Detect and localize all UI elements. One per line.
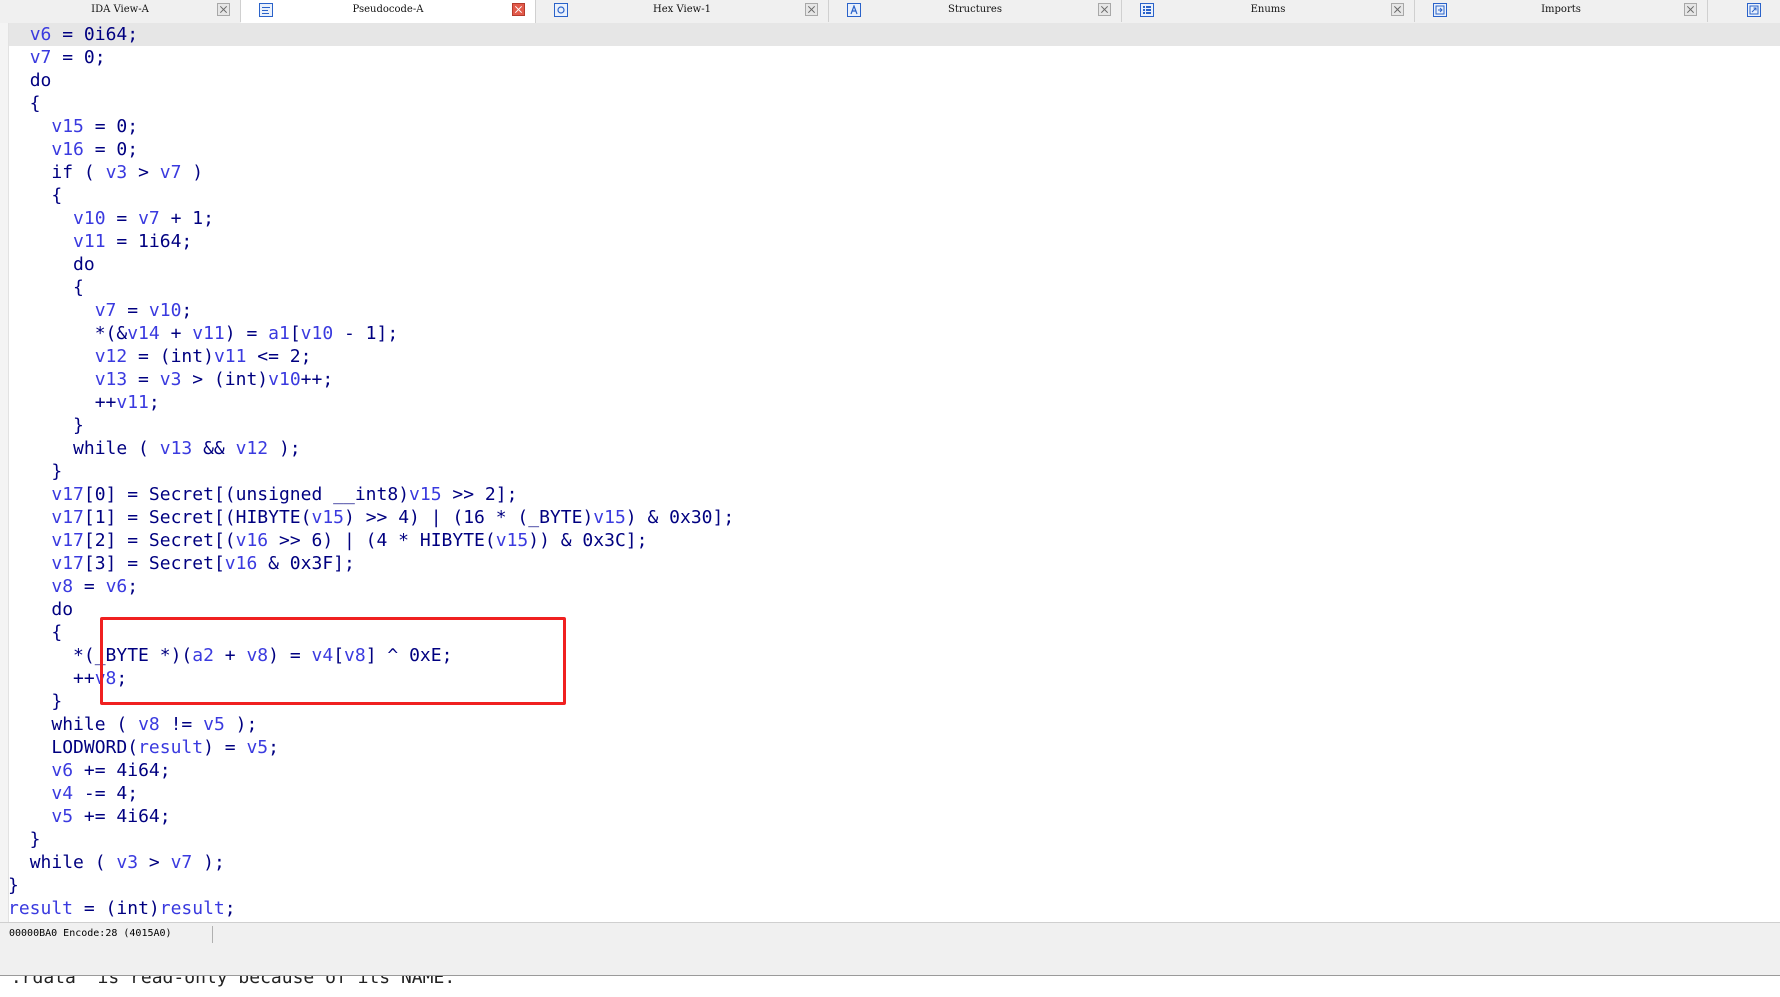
code-line[interactable]: v7 = 0; bbox=[8, 46, 734, 69]
close-icon[interactable] bbox=[1684, 3, 1697, 16]
code-line[interactable]: v10 = v7 + 1; bbox=[8, 207, 734, 230]
code-line[interactable]: v13 = v3 > (int)v10++; bbox=[8, 368, 734, 391]
code-line[interactable]: v11 = 1i64; bbox=[8, 230, 734, 253]
code-line[interactable]: v15 = 0; bbox=[8, 115, 734, 138]
tab-enums[interactable]: Enums bbox=[1122, 0, 1415, 22]
code-line[interactable]: } bbox=[8, 414, 734, 437]
status-separator bbox=[212, 926, 213, 943]
code-line[interactable]: v16 = 0; bbox=[8, 138, 734, 161]
code-line[interactable]: { bbox=[8, 184, 734, 207]
tab-label: Imports bbox=[1541, 4, 1581, 15]
code-line[interactable]: v12 = (int)v11 <= 2; bbox=[8, 345, 734, 368]
code-line[interactable]: v6 = 0i64; bbox=[8, 23, 734, 46]
tab-label: Structures bbox=[948, 4, 1002, 15]
code-line[interactable]: while ( v8 != v5 ); bbox=[8, 713, 734, 736]
status-address: 00000BA0 Encode:28 (4015A0) bbox=[9, 928, 172, 939]
tab-ida-view-a[interactable]: IDA View-A bbox=[0, 0, 241, 22]
code-line[interactable]: v5 += 4i64; bbox=[8, 805, 734, 828]
pseudocode-text[interactable]: v6 = 0i64; v7 = 0; do { v15 = 0; v16 = 0… bbox=[8, 23, 734, 920]
code-line[interactable]: if ( v3 > v7 ) bbox=[8, 161, 734, 184]
tab-label: IDA View-A bbox=[91, 4, 149, 15]
code-line[interactable]: do bbox=[8, 253, 734, 276]
close-icon[interactable] bbox=[512, 3, 525, 16]
close-icon[interactable] bbox=[217, 3, 230, 16]
output-header bbox=[0, 947, 1780, 976]
code-line[interactable]: v17[3] = Secret[v16 & 0x3F]; bbox=[8, 552, 734, 575]
pseudocode-view[interactable]: v6 = 0i64; v7 = 0; do { v15 = 0; v16 = 0… bbox=[0, 23, 1780, 922]
highlight-box bbox=[100, 617, 566, 705]
code-line[interactable]: v4 -= 4; bbox=[8, 782, 734, 805]
code-line[interactable]: } bbox=[8, 828, 734, 851]
code-line[interactable]: v6 += 4i64; bbox=[8, 759, 734, 782]
code-line[interactable]: *(&v14 + v11) = a1[v10 - 1]; bbox=[8, 322, 734, 345]
close-icon[interactable] bbox=[805, 3, 818, 16]
code-line[interactable]: { bbox=[8, 276, 734, 299]
code-line[interactable]: while ( v3 > v7 ); bbox=[8, 851, 734, 874]
code-line[interactable]: while ( v13 && v12 ); bbox=[8, 437, 734, 460]
code-line[interactable]: v8 = v6; bbox=[8, 575, 734, 598]
code-line[interactable]: LODWORD(result) = v5; bbox=[8, 736, 734, 759]
exports-icon bbox=[1747, 3, 1761, 17]
code-line[interactable]: ++v11; bbox=[8, 391, 734, 414]
code-line[interactable]: } bbox=[8, 874, 734, 897]
tab-label: Hex View-1 bbox=[653, 4, 711, 15]
code-line[interactable]: do bbox=[8, 69, 734, 92]
code-line[interactable]: v17[1] = Secret[(HIBYTE(v15) >> 4) | (16… bbox=[8, 506, 734, 529]
tab-label: Pseudocode-A bbox=[352, 4, 424, 15]
tab-label: Enums bbox=[1250, 4, 1286, 15]
tab-structures[interactable]: Structures bbox=[829, 0, 1122, 22]
code-line[interactable]: { bbox=[8, 92, 734, 115]
code-line[interactable]: } bbox=[8, 460, 734, 483]
close-icon[interactable] bbox=[1391, 3, 1404, 16]
close-icon[interactable] bbox=[1098, 3, 1111, 16]
tab-pseudocode-a[interactable]: Pseudocode-A bbox=[241, 0, 536, 23]
tab-imports[interactable]: Imports bbox=[1415, 0, 1708, 22]
code-line[interactable]: v17[0] = Secret[(unsigned __int8)v15 >> … bbox=[8, 483, 734, 506]
tab-bar: IDA View-A Pseudocode-A Hex View-1 Struc… bbox=[0, 0, 1780, 24]
output-message: '.rdata' is read-only because of its NAM… bbox=[0, 976, 456, 988]
tab-overflow[interactable] bbox=[1725, 0, 1780, 22]
status-bar: 00000BA0 Encode:28 (4015A0) bbox=[0, 922, 1780, 948]
code-line[interactable]: result = (int)result; bbox=[8, 897, 734, 920]
output-window: '.rdata' is read-only because of its NAM… bbox=[0, 947, 1780, 997]
code-line[interactable]: v17[2] = Secret[(v16 >> 6) | (4 * HIBYTE… bbox=[8, 529, 734, 552]
output-line: '.rdata' is read-only because of its NAM… bbox=[0, 976, 1780, 997]
tab-hex-view-1[interactable]: Hex View-1 bbox=[536, 0, 829, 22]
code-line[interactable]: v7 = v10; bbox=[8, 299, 734, 322]
